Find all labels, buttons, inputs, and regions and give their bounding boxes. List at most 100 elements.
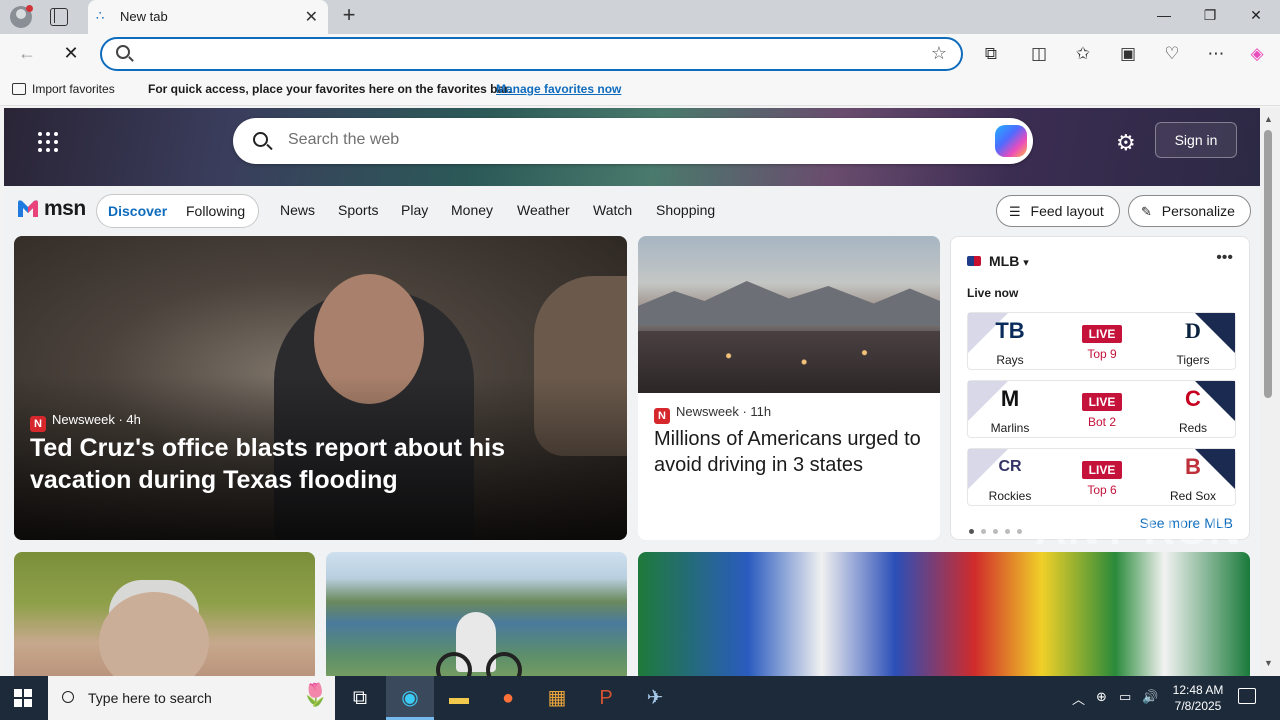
- profile-notification-dot: [26, 5, 33, 12]
- browser-toolbar: ← ✕ ☆ ⧉ ◫ ✩ ▣ ♡ ⋯ ◈: [0, 34, 1280, 74]
- powerpoint-icon[interactable]: P: [582, 676, 630, 720]
- nav-money[interactable]: Money: [451, 202, 493, 218]
- taskbar-search-box[interactable]: Type here to search 🌷: [48, 676, 335, 720]
- live-badge: LIVE: [1082, 393, 1122, 411]
- tab-discover[interactable]: Discover: [108, 203, 167, 219]
- task-view-icon[interactable]: ⧉: [336, 676, 384, 720]
- nav-play[interactable]: Play: [401, 202, 428, 218]
- nav-sports[interactable]: Sports: [338, 202, 378, 218]
- away-team: CR Rockies: [968, 449, 1052, 507]
- device-icon[interactable]: ⊕: [1096, 689, 1107, 705]
- app-launcher-icon[interactable]: [38, 132, 58, 152]
- split-screen-icon[interactable]: ◫: [1028, 44, 1050, 64]
- carousel-dots[interactable]: [969, 521, 1029, 539]
- game-row[interactable]: M Marlins LIVE Bot 2 C Reds: [967, 380, 1236, 438]
- msn-nav-row: msn Discover Following News Sports Play …: [4, 186, 1260, 234]
- minimize-icon[interactable]: —: [1154, 7, 1174, 23]
- stop-loading-icon[interactable]: ✕: [60, 43, 82, 64]
- favorites-bar-message: For quick access, place your favorites h…: [148, 82, 512, 96]
- windows-taskbar: Type here to search 🌷 ⧉ ◉ ▬ ● ▦ P ✈ ︿ ⊕ …: [0, 676, 1280, 720]
- reds-logo-icon: C: [1185, 386, 1201, 411]
- tab-following[interactable]: Following: [186, 203, 245, 219]
- game-inning: Bot 2: [1087, 415, 1117, 429]
- home-team-name: Reds: [1178, 421, 1207, 435]
- away-team: M Marlins: [968, 381, 1052, 439]
- article-source-name: Newsweek: [676, 404, 739, 419]
- new-tab-button[interactable]: +: [338, 4, 360, 27]
- newsweek-logo-icon: N: [30, 416, 46, 432]
- address-bar[interactable]: ☆: [100, 37, 963, 71]
- carousel-dot[interactable]: [969, 529, 974, 534]
- nav-news[interactable]: News: [280, 202, 315, 218]
- more-options-icon[interactable]: •••: [1216, 249, 1233, 267]
- game-row[interactable]: TB Rays LIVE Top 9 D Tigers: [967, 312, 1236, 370]
- search-icon: [62, 691, 74, 703]
- favorite-star-icon[interactable]: ☆: [931, 43, 947, 64]
- restore-icon[interactable]: ❐: [1200, 7, 1220, 24]
- away-team-name: Marlins: [990, 421, 1030, 435]
- scroll-up-icon[interactable]: ▲: [1264, 114, 1273, 124]
- winrar-icon[interactable]: ▦: [533, 676, 581, 720]
- collections-icon[interactable]: ▣: [1117, 44, 1139, 64]
- browser-essentials-icon[interactable]: ♡: [1161, 44, 1183, 64]
- start-button-icon[interactable]: [14, 689, 32, 707]
- carousel-dot[interactable]: [981, 529, 986, 534]
- search-highlight-icon: 🌷: [301, 682, 329, 707]
- scrollbar-thumb[interactable]: [1264, 130, 1272, 398]
- hero-age: 4h: [126, 412, 141, 427]
- carousel-dot[interactable]: [1005, 529, 1010, 534]
- tigers-logo-icon: D: [1185, 318, 1201, 343]
- article-card[interactable]: [638, 552, 1250, 676]
- mlb-header[interactable]: MLB ▾: [967, 253, 1029, 269]
- article-card[interactable]: N Newsweek · 11h Millions of Americans ur…: [638, 236, 940, 540]
- nav-weather[interactable]: Weather: [517, 202, 570, 218]
- away-team: TB Rays: [968, 313, 1052, 371]
- game-row[interactable]: CR Rockies LIVE Top 6 B Red Sox: [967, 448, 1236, 506]
- hero-article-card[interactable]: N Newsweek · 4h Ted Cruz's office blasts …: [14, 236, 627, 540]
- article-card[interactable]: [14, 552, 315, 676]
- show-hidden-icons-icon[interactable]: ︿: [1072, 689, 1085, 708]
- copilot-search-icon[interactable]: [995, 125, 1027, 157]
- notification-center-icon[interactable]: [1238, 688, 1256, 704]
- tab-new-tab[interactable]: ∴ New tab ✕: [88, 0, 328, 34]
- firefox-icon[interactable]: ●: [484, 676, 532, 720]
- manage-favorites-link[interactable]: Manage favorites now: [496, 82, 621, 96]
- marlins-logo-icon: M: [1000, 386, 1020, 411]
- nav-shopping[interactable]: Shopping: [656, 202, 715, 218]
- settings-gear-icon[interactable]: ⚙: [1116, 130, 1136, 156]
- close-tab-icon[interactable]: ✕: [305, 7, 318, 27]
- rockies-logo-icon: CR: [998, 458, 1022, 475]
- article-headline[interactable]: Millions of Americans urged to avoid dri…: [654, 426, 926, 478]
- extensions-icon[interactable]: ⧉: [980, 44, 1002, 64]
- carousel-dot[interactable]: [1017, 529, 1022, 534]
- clock-time: 12:48 AM: [1172, 683, 1224, 697]
- more-menu-icon[interactable]: ⋯: [1205, 44, 1227, 64]
- home-team-name: Red Sox: [1169, 489, 1217, 503]
- home-team: D Tigers: [1151, 313, 1235, 371]
- close-window-icon[interactable]: ✕: [1246, 7, 1266, 24]
- favorites-icon[interactable]: ✩: [1072, 44, 1094, 64]
- feed-layout-button[interactable]: ☰ Feed layout: [996, 195, 1120, 227]
- tab-actions-icon[interactable]: [50, 8, 68, 26]
- back-icon[interactable]: ←: [16, 43, 38, 64]
- file-explorer-icon[interactable]: ▬: [435, 676, 483, 720]
- hero-headline[interactable]: Ted Cruz's office blasts report about hi…: [30, 432, 600, 496]
- carousel-dot[interactable]: [993, 529, 998, 534]
- copilot-icon[interactable]: ◈: [1246, 44, 1268, 64]
- import-favorites-button[interactable]: Import favorites: [12, 82, 115, 96]
- nav-watch[interactable]: Watch: [593, 202, 632, 218]
- home-team: C Reds: [1151, 381, 1235, 439]
- personalize-button[interactable]: ✎ Personalize: [1128, 195, 1251, 227]
- volume-icon[interactable]: 🔊: [1142, 689, 1158, 705]
- app-icon[interactable]: ✈: [631, 676, 679, 720]
- edge-taskbar-icon[interactable]: ◉: [386, 676, 434, 720]
- msn-wordmark: msn: [44, 197, 86, 220]
- network-icon[interactable]: ▭: [1119, 689, 1131, 705]
- article-card[interactable]: [326, 552, 627, 676]
- page-scrollbar[interactable]: ▲ ▼: [1260, 108, 1280, 676]
- article-source: N Newsweek · 11h: [654, 404, 771, 424]
- sign-in-button[interactable]: Sign in: [1155, 122, 1237, 158]
- web-search-box[interactable]: Search the web: [233, 118, 1033, 164]
- scroll-down-icon[interactable]: ▼: [1264, 658, 1273, 668]
- clock[interactable]: 12:48 AM 7/8/2025: [1170, 682, 1226, 714]
